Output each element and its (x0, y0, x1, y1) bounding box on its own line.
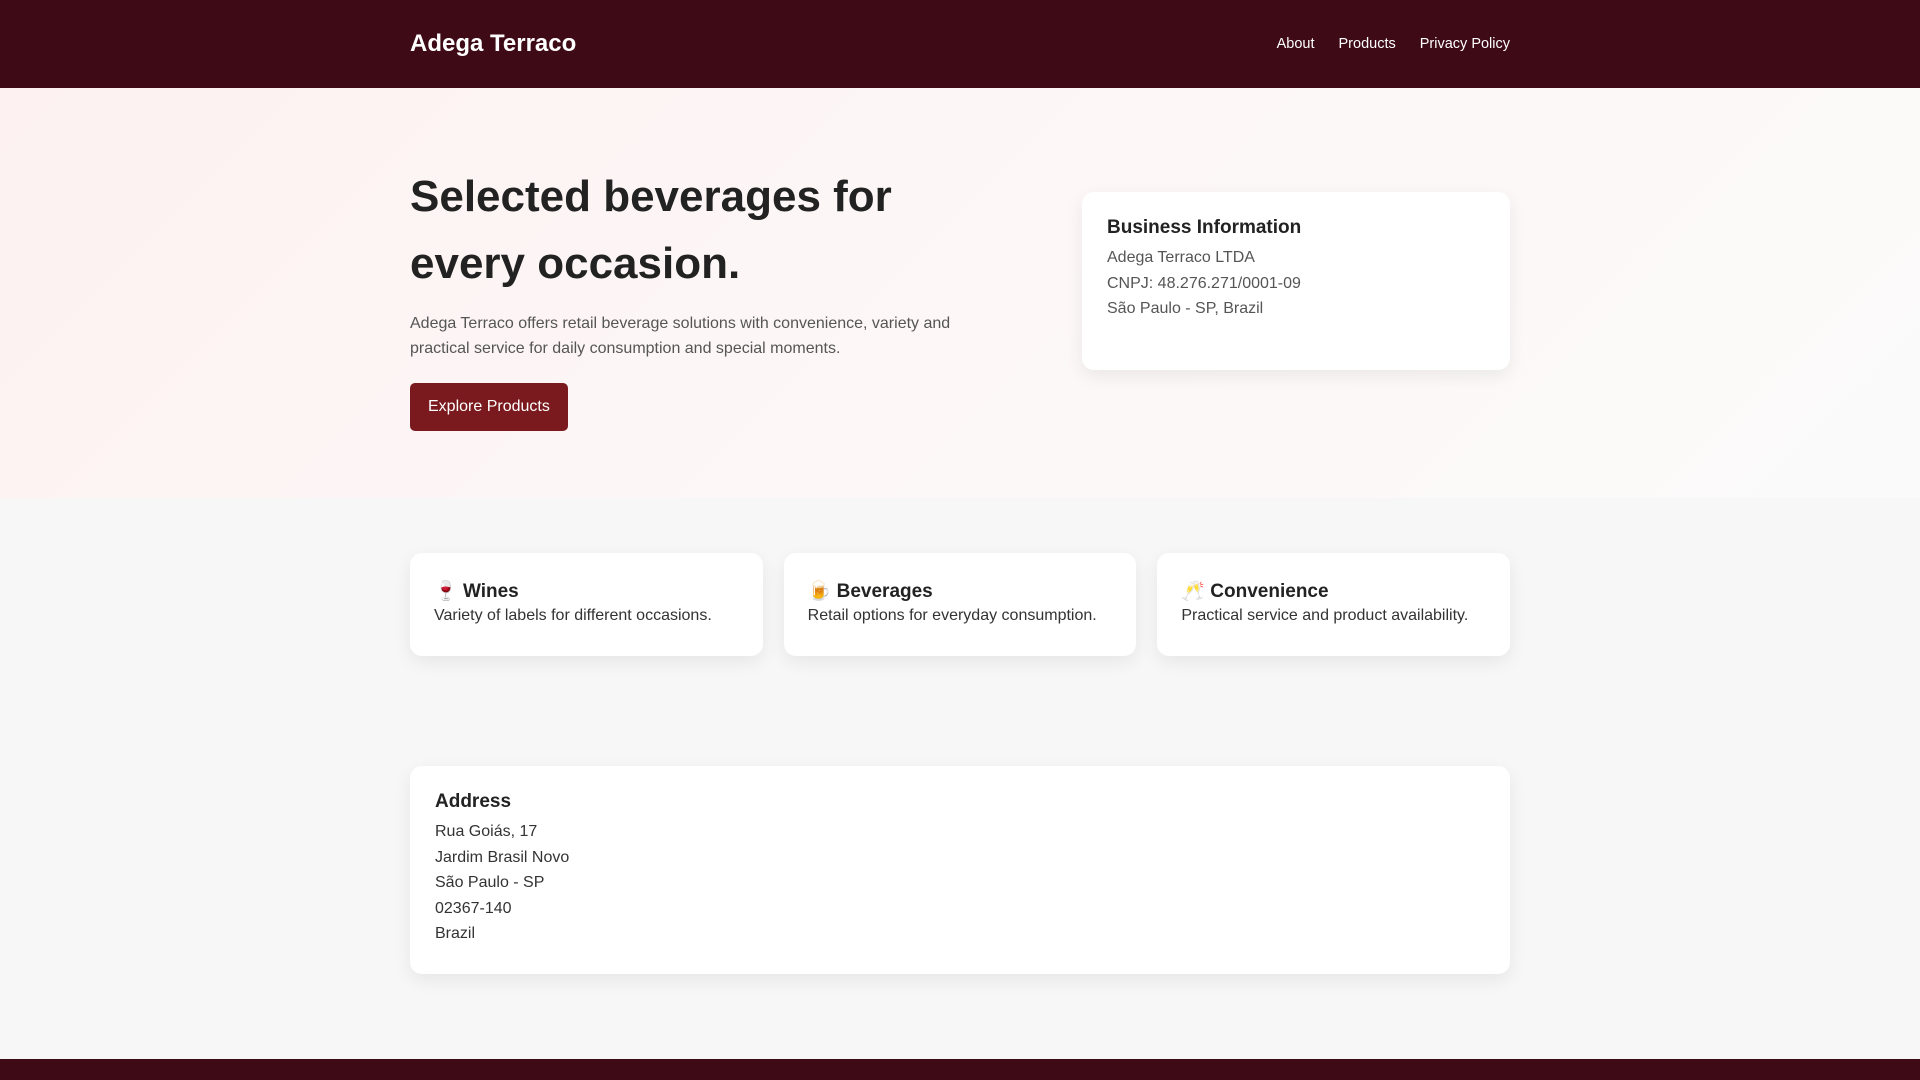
nav-privacy-policy[interactable]: Privacy Policy (1420, 36, 1510, 52)
business-location: São Paulo - SP, Brazil (1107, 300, 1264, 317)
hero-title: Selected beverages for every occasion. (410, 172, 892, 288)
address-street: Rua Goiás, 17 (435, 823, 538, 840)
address-neighborhood: Jardim Brasil Novo (435, 848, 570, 866)
clinking-glasses-icon: 🥂 (1181, 581, 1206, 602)
business-name: Adega Terraco LTDA (1107, 249, 1255, 266)
feature-text: Variety of labels for different occasion… (434, 607, 712, 624)
brand-logo[interactable]: Adega Terraco (410, 30, 576, 58)
feature-card-convenience: 🥂 Convenience Practical service and prod… (1157, 553, 1511, 656)
business-info-card: Business Information Adega Terraco LTDA … (1082, 192, 1510, 370)
site-footer (0, 1059, 1920, 1080)
hero-description: Adega Terraco offers retail beverage sol… (410, 315, 951, 357)
feature-card-beverages: 🍺 Beverages Retail options for everyday … (783, 553, 1137, 656)
nav-about[interactable]: About (1277, 36, 1315, 52)
main-nav: About Products Privacy Policy (1277, 36, 1510, 52)
address-title: Address (435, 791, 512, 812)
wine-glass-icon: 🍷 (434, 581, 458, 602)
site-header: Adega Terraco About Products Privacy Pol… (0, 0, 1920, 88)
features-section: 🍷 Wines Variety of labels for different … (410, 498, 1511, 656)
feature-text: Retail options for everyday consumption. (807, 607, 1097, 624)
address-country: Brazil (435, 925, 476, 942)
address-card: Address Rua Goiás, 17 Jardim Brasil Novo… (410, 766, 1510, 974)
nav-products[interactable]: Products (1339, 36, 1396, 52)
feature-card-wines: 🍷 Wines Variety of labels for different … (410, 553, 763, 656)
feature-title: Beverages (836, 581, 933, 602)
address-postal-code: 02367-140 (435, 899, 512, 917)
hero-section: Selected beverages for every occasion. A… (0, 88, 1920, 498)
beer-mug-icon: 🍺 (807, 581, 832, 602)
business-cnpj: CNPJ: 48.276.271/0001-09 (1107, 274, 1301, 292)
address-city: São Paulo - SP (435, 874, 545, 891)
explore-products-button[interactable]: Explore Products (410, 383, 568, 431)
feature-text: Practical service and product availabili… (1181, 607, 1469, 624)
feature-title: Convenience (1210, 581, 1329, 602)
feature-title: Wines (462, 581, 519, 602)
business-info-title: Business Information (1107, 217, 1302, 238)
